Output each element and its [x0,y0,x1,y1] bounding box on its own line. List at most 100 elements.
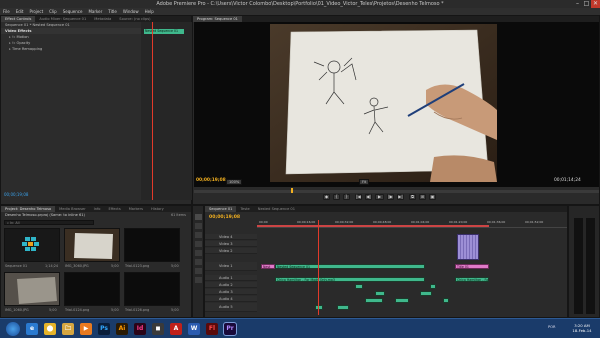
effect-controls-timecode[interactable]: 00;00;19;08 [4,192,28,197]
tab-teste[interactable]: Teste [236,206,253,212]
photoshop-icon[interactable]: Ps [98,323,110,335]
hand-tool-icon[interactable] [195,268,202,274]
go-to-out-button[interactable]: ▶| [397,194,404,200]
tab-sequence-01[interactable]: Sequence 01 [205,206,237,212]
time-ruler[interactable]: 00;00 00;00;16;00 00;00;32;00 00;00;48;0… [257,220,567,228]
program-scrub-bar[interactable] [194,188,599,193]
word-icon[interactable]: W [188,323,200,335]
thumb-trial-0126[interactable] [124,272,180,306]
lift-button[interactable]: ⧉ [409,194,416,200]
effect-time-remapping[interactable]: ▸ Time Remapping [1,46,141,52]
program-viewer[interactable] [194,22,599,187]
sequence-icon [22,237,39,251]
pen-tool-icon[interactable] [195,259,202,265]
thumb-img-3060[interactable] [64,228,120,262]
menu-file[interactable]: File [3,8,10,15]
premiere-icon[interactable]: Pr [223,322,237,336]
slip-tool-icon[interactable] [195,250,202,256]
clip-audio-small[interactable] [337,305,349,310]
selection-tool-icon[interactable] [195,214,202,220]
program-duration-timecode: 00;01;14;24 [554,178,581,183]
clip-chico-hamilton[interactable]: Chico Hamilton - For Mods Only.mp3 [275,277,425,282]
zoom-dropdown[interactable]: 100% [226,179,243,185]
track-video-4[interactable]: Video 4 [205,234,257,240]
clip-audio-small[interactable] [365,298,383,303]
track-select-tool-icon[interactable] [195,223,202,229]
menu-help[interactable]: Help [145,8,154,15]
indesign-icon[interactable]: Id [134,323,146,335]
track-video-3[interactable]: Video 3 [205,241,257,247]
project-search-input[interactable]: ⌕ In: All [4,220,94,225]
illustrator-icon[interactable]: Ai [116,323,128,335]
thumb-trial-0124[interactable] [64,272,120,306]
thumb-img-1060[interactable] [4,272,60,306]
clip-nested-sequence-01[interactable]: Nested Sequence 01 [275,264,425,269]
track-video-2[interactable]: Video 2 [205,248,257,254]
track-audio-2[interactable]: Audio 2 [205,282,257,288]
track-video-1[interactable]: Video 1 [205,262,257,271]
stacked-video-clips[interactable] [457,234,479,260]
maximize-button[interactable]: □ [582,0,591,8]
menu-clip[interactable]: Clip [49,8,57,15]
thumb-sequence-01[interactable] [4,228,60,262]
zoom-tool-icon[interactable] [195,277,202,283]
clip-audio-small[interactable] [420,291,432,296]
step-forward-button[interactable]: |▶ [387,194,394,200]
menu-bar: File Edit Project Clip Sequence Marker T… [0,8,600,15]
language-indicator[interactable]: POR [548,325,556,329]
tab-history[interactable]: History [147,206,168,212]
nested-sequence-clip-label[interactable]: Nested Sequence 01 [144,29,184,34]
mark-in-button[interactable]: { [333,194,340,200]
play-button[interactable]: ▶ [375,194,384,200]
track-audio-3[interactable]: Audio 3 [205,289,257,295]
clip-title-01[interactable]: Title 01 [455,264,489,269]
app-icon[interactable]: ◼ [152,323,164,335]
track-audio-4[interactable]: Audio 4 [205,296,257,302]
chrome-icon[interactable]: ⬤ [44,323,56,335]
work-area-bar[interactable] [257,225,489,227]
mark-out-button[interactable]: } [343,194,350,200]
tab-markers[interactable]: Markers [125,206,147,212]
tab-info[interactable]: Info [90,206,105,212]
add-marker-button[interactable]: ◆ [323,194,330,200]
clip-audio-small[interactable] [375,291,385,296]
extract-button[interactable]: ⊞ [419,194,426,200]
menu-window[interactable]: Window [123,8,139,15]
export-frame-button[interactable]: ▣ [429,194,436,200]
clip-audio-small[interactable] [395,298,409,303]
ripple-edit-tool-icon[interactable] [195,232,202,238]
explorer-icon[interactable]: 🗀 [62,323,74,335]
menu-sequence[interactable]: Sequence [63,8,83,15]
start-button-icon[interactable] [6,322,20,336]
ie-icon[interactable]: e [26,323,38,335]
menu-edit[interactable]: Edit [16,8,24,15]
acrobat-icon[interactable]: A [170,323,182,335]
timeline-playhead[interactable] [318,220,319,315]
fit-dropdown[interactable]: Fit [359,179,370,185]
program-playhead[interactable] [291,188,293,193]
clip-nest[interactable]: Nest [261,264,275,269]
clip-audio-small[interactable] [355,284,363,289]
track-audio-1[interactable]: Audio 1 [205,275,257,281]
tab-nested-sequence-01[interactable]: Nested Sequence 01 [254,206,299,212]
go-to-in-button[interactable]: |◀ [355,194,362,200]
clip-chico-hamilton-2[interactable]: Chico Hamilton - For [455,277,489,282]
close-button[interactable]: ✕ [591,0,600,8]
clock[interactable]: 3:20 AM 18-Feb-14 [568,323,596,333]
minimize-button[interactable]: – [573,0,582,8]
program-current-timecode[interactable]: 00;00;19;08 [196,178,226,183]
clip-audio-small[interactable] [430,284,436,289]
thumb-trial-0123[interactable] [124,228,180,262]
step-back-button[interactable]: ◀| [365,194,372,200]
menu-project[interactable]: Project [29,8,43,15]
menu-marker[interactable]: Marker [88,8,102,15]
clip-audio-small[interactable] [315,305,323,310]
track-audio-5[interactable]: Audio 5 [205,303,257,312]
flash-icon[interactable]: Fl [206,323,218,335]
menu-title[interactable]: Title [108,8,117,15]
tab-effects[interactable]: Effects [104,206,124,212]
razor-tool-icon[interactable] [195,241,202,247]
clip-audio-small[interactable] [443,298,449,303]
media-player-icon[interactable]: ▶ [80,323,92,335]
timeline-timecode[interactable]: 00;00;19;08 [209,215,240,220]
